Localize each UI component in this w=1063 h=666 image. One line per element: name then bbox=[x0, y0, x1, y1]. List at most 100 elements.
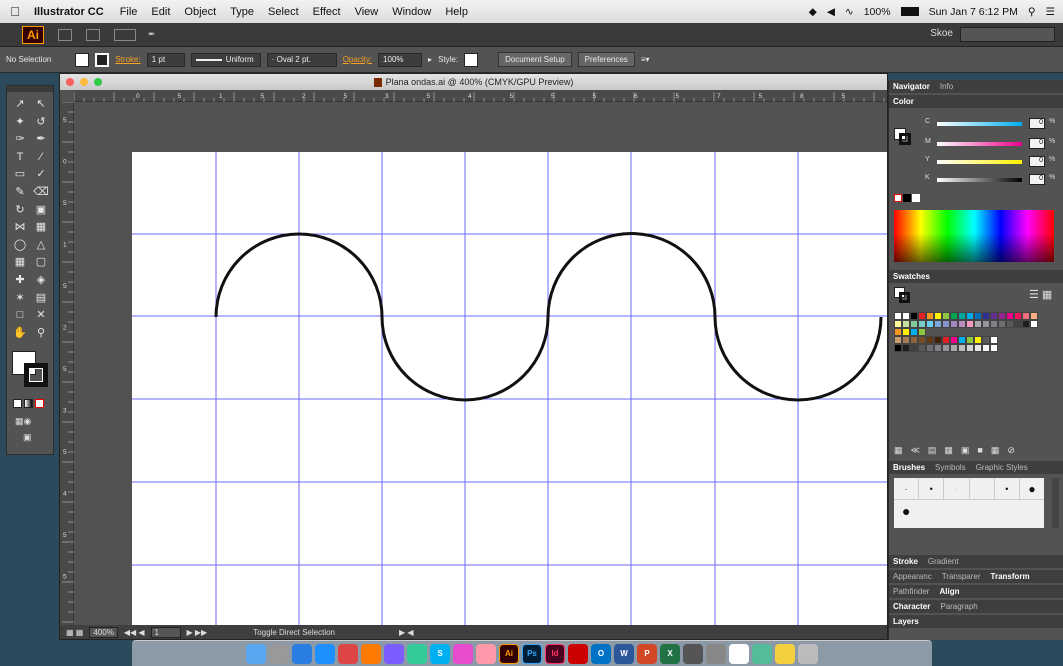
acrobat-dock-icon[interactable] bbox=[568, 643, 588, 664]
menu-edit[interactable]: Edit bbox=[144, 6, 177, 18]
word-dock-icon[interactable]: W bbox=[614, 643, 634, 664]
brush-preset-2[interactable]: • bbox=[919, 478, 945, 499]
tab-gradient[interactable]: Gradient bbox=[928, 557, 959, 566]
swatch[interactable] bbox=[1006, 320, 1014, 328]
swatch[interactable] bbox=[1006, 312, 1014, 320]
swatch[interactable] bbox=[950, 312, 958, 320]
ps-dock-icon[interactable]: Ps bbox=[522, 643, 542, 664]
outlook-dock-icon[interactable]: O bbox=[591, 643, 611, 664]
brushes-scrollbar[interactable] bbox=[1052, 478, 1059, 528]
bridge-button[interactable] bbox=[58, 28, 72, 41]
menu-select[interactable]: Select bbox=[261, 6, 306, 18]
dropbox-icon[interactable]: ◆ bbox=[809, 6, 817, 18]
swatch[interactable] bbox=[894, 328, 902, 336]
cyan-slider[interactable]: C 0 % bbox=[925, 118, 1055, 130]
finder-dock-icon[interactable] bbox=[246, 643, 266, 664]
swatch[interactable] bbox=[918, 320, 926, 328]
list-view-icon[interactable]: ☰ ▦ bbox=[1029, 288, 1052, 301]
mesh-tool-icon[interactable]: ▦ bbox=[11, 254, 29, 270]
horizontal-ruler[interactable]: 0 5 1 5 2 5 3 5 4 5 5 5 6 5 7 5 8 5 bbox=[73, 90, 887, 102]
search-stock-input[interactable] bbox=[960, 27, 1055, 42]
spotlight-icon[interactable]: ⚲ bbox=[1028, 6, 1036, 18]
brush-icon[interactable]: ✒ bbox=[148, 29, 156, 40]
swatch[interactable] bbox=[974, 344, 982, 352]
swatch[interactable] bbox=[918, 344, 926, 352]
siri-dock-icon[interactable] bbox=[384, 643, 404, 664]
color-fill-stroke-mini[interactable] bbox=[894, 128, 912, 146]
swatch[interactable] bbox=[894, 320, 902, 328]
arrange-documents-button[interactable] bbox=[114, 28, 136, 41]
fill-swatch[interactable] bbox=[75, 52, 90, 67]
swatch[interactable] bbox=[982, 312, 990, 320]
eyedropper-tool-icon[interactable]: ✚ bbox=[11, 272, 29, 288]
swatch-stroke-box[interactable] bbox=[899, 292, 910, 303]
swatch[interactable] bbox=[942, 312, 950, 320]
arrange-icon[interactable]: ≡▾ bbox=[641, 55, 650, 64]
tab-appearance[interactable]: Appearanc bbox=[893, 572, 932, 581]
tab-symbols[interactable]: Symbols bbox=[935, 463, 966, 472]
preview-dock-icon[interactable] bbox=[752, 643, 772, 664]
next-artboard-icon[interactable]: ▶ ▶▶ bbox=[187, 628, 208, 637]
swatch[interactable] bbox=[926, 312, 934, 320]
graphic-style-swatch[interactable] bbox=[464, 52, 479, 67]
variable-width-profile[interactable]: Uniform bbox=[190, 52, 261, 67]
yellow-track[interactable] bbox=[937, 160, 1022, 164]
calendar-dock-icon[interactable] bbox=[729, 643, 749, 664]
swatch[interactable] bbox=[974, 320, 982, 328]
swatch[interactable] bbox=[966, 312, 974, 320]
scale-tool-icon[interactable]: ▣ bbox=[32, 202, 50, 218]
swatch[interactable] bbox=[990, 336, 998, 344]
swatch[interactable] bbox=[918, 328, 926, 336]
app-name-menu[interactable]: Illustrator CC bbox=[30, 6, 113, 18]
swatch[interactable] bbox=[910, 344, 918, 352]
swatch[interactable] bbox=[902, 328, 910, 336]
tab-transform[interactable]: Transform bbox=[991, 572, 1030, 581]
swatch[interactable] bbox=[942, 320, 950, 328]
menu-type[interactable]: Type bbox=[223, 6, 261, 18]
brush-preset-5[interactable]: • bbox=[995, 478, 1020, 499]
eraser-tool-icon[interactable]: ⌫ bbox=[32, 184, 50, 200]
tab-transparency[interactable]: Transparer bbox=[942, 572, 981, 581]
width-tool-icon[interactable]: ⋈ bbox=[11, 219, 29, 235]
ai-dock-icon[interactable]: Ai bbox=[499, 643, 519, 664]
battery-percent[interactable]: 100% bbox=[864, 6, 891, 18]
artboard-nav-icon[interactable]: ▦ ▦ bbox=[66, 628, 83, 637]
swatch[interactable] bbox=[982, 344, 990, 352]
swatch[interactable] bbox=[1014, 312, 1022, 320]
black-swatch[interactable] bbox=[903, 194, 911, 202]
color-mode-icon[interactable] bbox=[13, 399, 22, 408]
volume-icon[interactable]: ◀ bbox=[827, 6, 835, 18]
swatch[interactable] bbox=[926, 336, 934, 344]
swatch[interactable] bbox=[902, 312, 910, 320]
swatch[interactable] bbox=[910, 320, 918, 328]
swatch[interactable] bbox=[958, 344, 966, 352]
preferences-button[interactable]: Preferences bbox=[577, 52, 635, 67]
zoom-field[interactable]: 400% bbox=[89, 626, 118, 638]
skype-dock-icon[interactable]: S bbox=[430, 643, 450, 664]
perspective-grid-tool-icon[interactable]: △ bbox=[32, 237, 50, 253]
magic-wand-tool-icon[interactable]: ✦ bbox=[11, 114, 29, 130]
selection-tool-icon[interactable]: ↗ bbox=[11, 96, 29, 112]
swatch[interactable] bbox=[1014, 320, 1022, 328]
brush-definition-field[interactable]: · Oval 2 pt. bbox=[266, 52, 337, 67]
rotate-tool-icon[interactable]: ↻ bbox=[11, 202, 29, 218]
pencil-tool-icon[interactable]: ✎ bbox=[11, 184, 29, 200]
swatch[interactable] bbox=[894, 344, 902, 352]
apple-icon[interactable]:  bbox=[0, 4, 30, 19]
swatches-title[interactable]: Swatches bbox=[893, 272, 930, 281]
canvas-area[interactable] bbox=[74, 102, 888, 627]
symbol-sprayer-tool-icon[interactable]: ✶ bbox=[11, 290, 29, 306]
draw-mode-icon[interactable]: ▦◉ bbox=[15, 416, 31, 427]
screen-mode-icon[interactable]: ▣ bbox=[23, 432, 32, 443]
swatches-footer-icons[interactable]: ▦≪▤▦▣■▦⊘ bbox=[894, 445, 1023, 456]
artboard[interactable] bbox=[132, 152, 888, 627]
swatch[interactable] bbox=[902, 336, 910, 344]
swatch[interactable] bbox=[902, 344, 910, 352]
close-window-icon[interactable] bbox=[66, 78, 74, 86]
stroke-weight-field[interactable]: 1 pt bbox=[146, 52, 185, 67]
none-swatch[interactable] bbox=[894, 194, 902, 202]
curvature-tool-icon[interactable]: ✒ bbox=[32, 131, 50, 147]
menu-effect[interactable]: Effect bbox=[306, 6, 348, 18]
artboard-tool-icon[interactable]: □ bbox=[11, 307, 29, 323]
clock[interactable]: Sun Jan 7 6:12 PM bbox=[929, 6, 1018, 18]
